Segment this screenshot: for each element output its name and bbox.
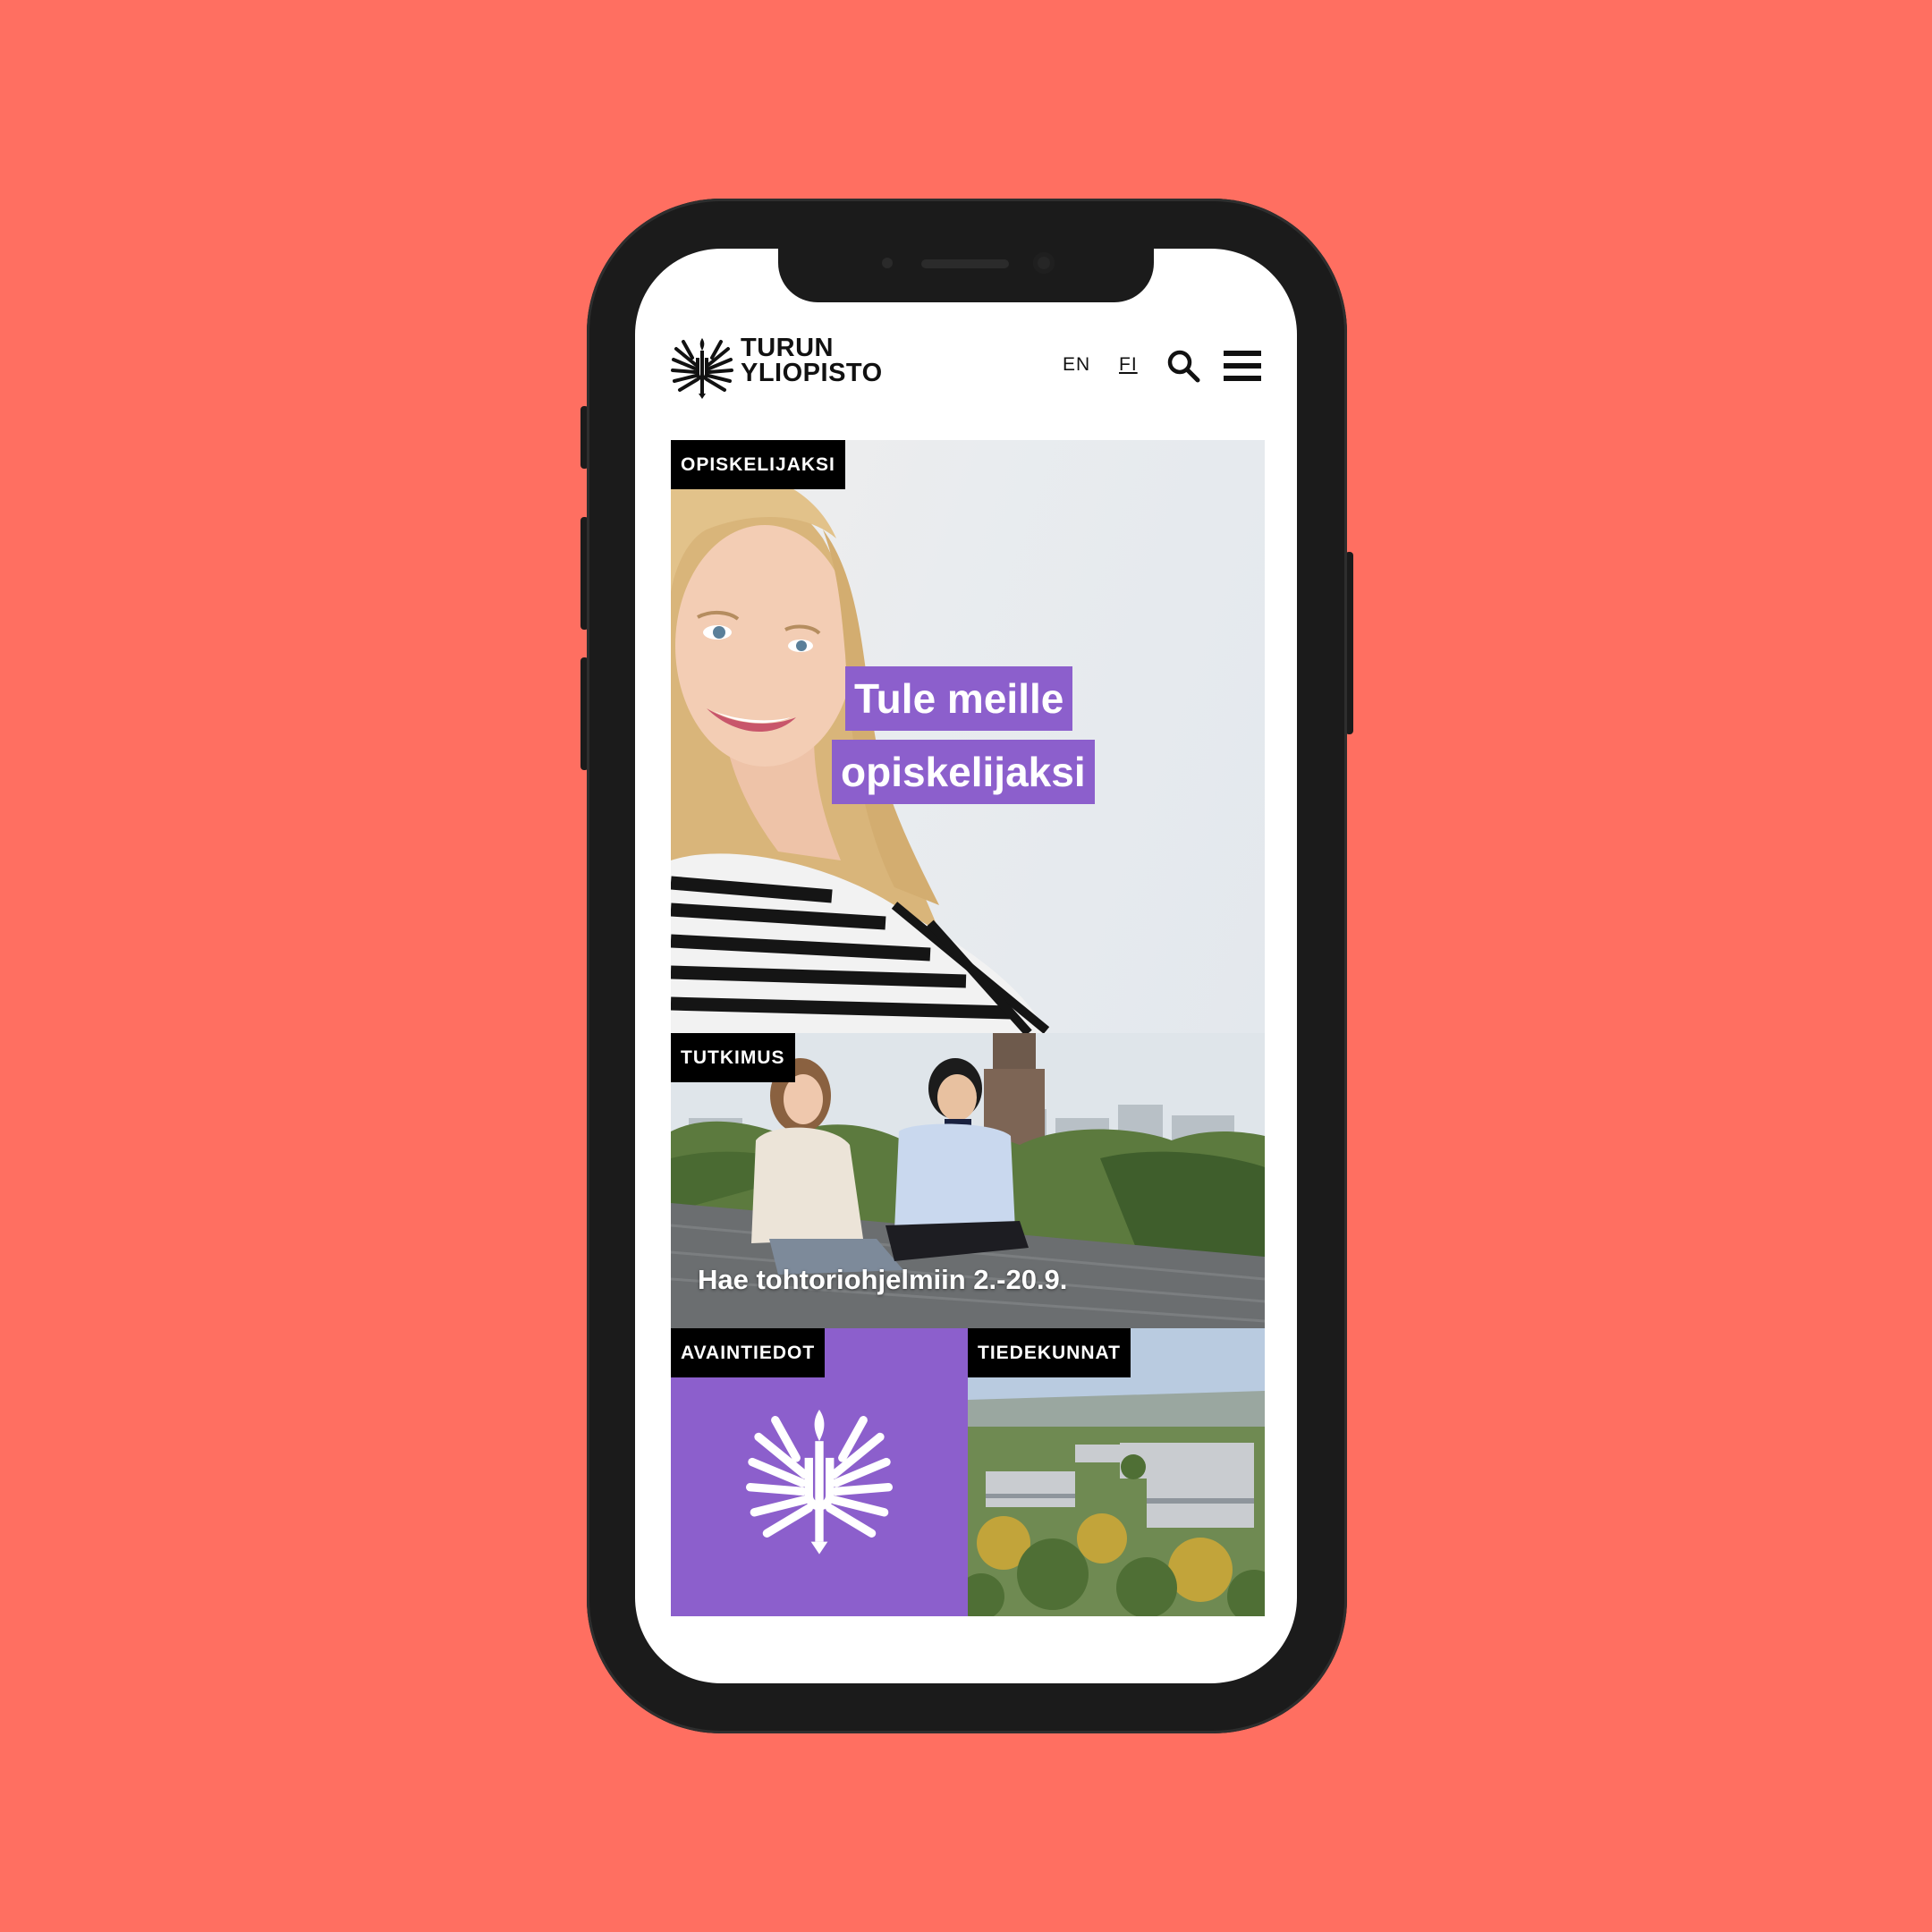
headline-line1: Tule meille bbox=[845, 666, 1073, 731]
lang-fi-link[interactable]: FI bbox=[1119, 354, 1138, 376]
tile-tag: OPISKELIJAKSI bbox=[671, 440, 845, 489]
brand-line1: TURUN bbox=[741, 334, 834, 362]
phone-screen: TURUN YLIOPISTO EN FI OPISKELIJAKSI Tule… bbox=[635, 249, 1297, 1683]
search-icon[interactable] bbox=[1166, 349, 1200, 383]
tile-tag: AVAINTIEDOT bbox=[671, 1328, 826, 1377]
proximity-sensor bbox=[882, 258, 893, 268]
hero-headline[interactable]: Tule meille opiskelijaksi bbox=[832, 666, 1095, 813]
research-tile[interactable]: TUTKIMUS Hae tohtoriohjelmiin 2.-20.9. bbox=[671, 1033, 1265, 1328]
tile-tag: TIEDEKUNNAT bbox=[968, 1328, 1131, 1377]
brand-line2: YLIOPISTO bbox=[741, 359, 883, 387]
front-camera bbox=[1033, 252, 1055, 274]
lang-en-link[interactable]: EN bbox=[1063, 354, 1090, 376]
headline-line2: opiskelijaksi bbox=[832, 740, 1095, 804]
site-brand[interactable]: TURUN YLIOPISTO bbox=[741, 335, 883, 386]
university-emblem-icon[interactable] bbox=[671, 331, 733, 399]
earpiece-speaker bbox=[921, 259, 1009, 268]
students-hero-tile[interactable]: OPISKELIJAKSI Tule meille opiskelijaksi bbox=[671, 440, 1265, 1033]
phone-notch bbox=[778, 247, 1154, 302]
faculties-tile[interactable]: TIEDEKUNNAT bbox=[968, 1328, 1265, 1616]
tile-tag: TUTKIMUS bbox=[671, 1033, 795, 1082]
keyfacts-tile[interactable]: AVAINTIEDOT bbox=[671, 1328, 968, 1616]
university-emblem-icon bbox=[746, 1410, 893, 1555]
hamburger-menu-icon[interactable] bbox=[1224, 349, 1261, 383]
research-caption[interactable]: Hae tohtoriohjelmiin 2.-20.9. bbox=[698, 1264, 1067, 1296]
